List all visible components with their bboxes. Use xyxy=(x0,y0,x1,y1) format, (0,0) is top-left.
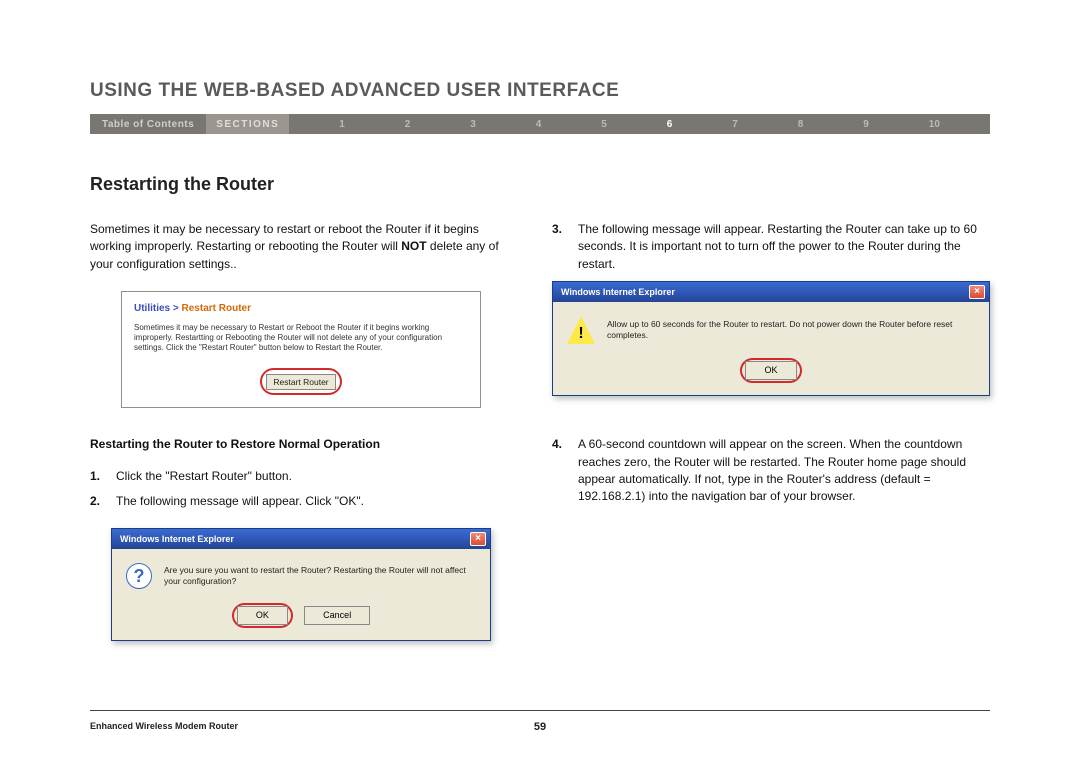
nav-section-4[interactable]: 4 xyxy=(536,119,542,130)
dialog-message: Are you sure you want to restart the Rou… xyxy=(164,565,472,587)
step-4: 4. A 60-second countdown will appear on … xyxy=(552,436,990,506)
right-column: 3. The following message will appear. Re… xyxy=(552,221,990,641)
warning-icon xyxy=(567,316,595,344)
step-4-text: A 60-second countdown will appear on the… xyxy=(578,436,990,506)
nav-section-6[interactable]: 6 xyxy=(667,119,673,130)
screenshot-breadcrumb: Utilities > Restart Router xyxy=(134,302,468,317)
screenshot-restart-router: Utilities > Restart Router Sometimes it … xyxy=(121,291,481,408)
question-icon: ? xyxy=(126,563,152,589)
nav-section-3[interactable]: 3 xyxy=(470,119,476,130)
dialog-title: Windows Internet Explorer xyxy=(120,533,234,546)
nav-section-1[interactable]: 1 xyxy=(339,119,345,130)
step-1-num: 1. xyxy=(90,468,104,485)
ok-button-ring: OK xyxy=(232,603,293,628)
ok-button[interactable]: OK xyxy=(237,606,288,625)
nav-bar: Table of Contents SECTIONS 1 2 3 4 5 6 7 8 9 10 xyxy=(90,114,990,134)
restart-router-button-ring: Restart Router xyxy=(260,368,342,395)
ok-button-ring: OK xyxy=(740,358,801,383)
left-column: Sometimes it may be necessary to restart… xyxy=(90,221,512,641)
step-2-text: The following message will appear. Click… xyxy=(116,493,512,510)
step-3-text: The following message will appear. Resta… xyxy=(578,221,990,273)
step-1-text: Click the "Restart Router" button. xyxy=(116,468,512,485)
dialog-title: Windows Internet Explorer xyxy=(561,286,675,299)
sub-heading: Restarting the Router to Restore Normal … xyxy=(90,436,512,453)
intro-not: NOT xyxy=(401,239,426,253)
step-1: 1. Click the "Restart Router" button. xyxy=(90,468,512,485)
nav-section-5[interactable]: 5 xyxy=(601,119,607,130)
step-3-num: 3. xyxy=(552,221,566,273)
nav-section-9[interactable]: 9 xyxy=(863,119,869,130)
bc-restart: Restart Router xyxy=(182,303,251,314)
nav-section-2[interactable]: 2 xyxy=(405,119,411,130)
footer: Enhanced Wireless Modem Router 59 xyxy=(90,710,990,731)
bc-utilities: Utilities > xyxy=(134,303,182,314)
nav-section-7[interactable]: 7 xyxy=(732,119,738,130)
step-4-num: 4. xyxy=(552,436,566,506)
dialog-confirm-restart: Windows Internet Explorer × ? Are you su… xyxy=(111,528,491,641)
nav-section-8[interactable]: 8 xyxy=(798,119,804,130)
dialog-message: Allow up to 60 seconds for the Router to… xyxy=(607,319,971,341)
close-icon[interactable]: × xyxy=(470,532,486,546)
ok-button[interactable]: OK xyxy=(745,361,796,380)
section-heading: Restarting the Router xyxy=(90,174,990,195)
nav-sections-label: SECTIONS xyxy=(206,114,289,134)
nav-numbers: 1 2 3 4 5 6 7 8 9 10 xyxy=(289,119,990,130)
dialog-wait-restart: Windows Internet Explorer × Allow up to … xyxy=(552,281,990,396)
screenshot-desc: Sometimes it may be necessary to Restart… xyxy=(134,323,468,354)
close-icon[interactable]: × xyxy=(969,285,985,299)
nav-toc[interactable]: Table of Contents xyxy=(90,119,206,130)
step-2: 2. The following message will appear. Cl… xyxy=(90,493,512,510)
step-2-num: 2. xyxy=(90,493,104,510)
step-3: 3. The following message will appear. Re… xyxy=(552,221,990,273)
cancel-button[interactable]: Cancel xyxy=(304,606,370,625)
footer-product: Enhanced Wireless Modem Router xyxy=(90,721,238,731)
nav-section-10[interactable]: 10 xyxy=(929,119,940,130)
intro-paragraph: Sometimes it may be necessary to restart… xyxy=(90,221,512,273)
restart-router-button[interactable]: Restart Router xyxy=(266,374,335,390)
page-number: 59 xyxy=(534,721,546,733)
page-title: USING THE WEB-BASED ADVANCED USER INTERF… xyxy=(90,80,990,102)
